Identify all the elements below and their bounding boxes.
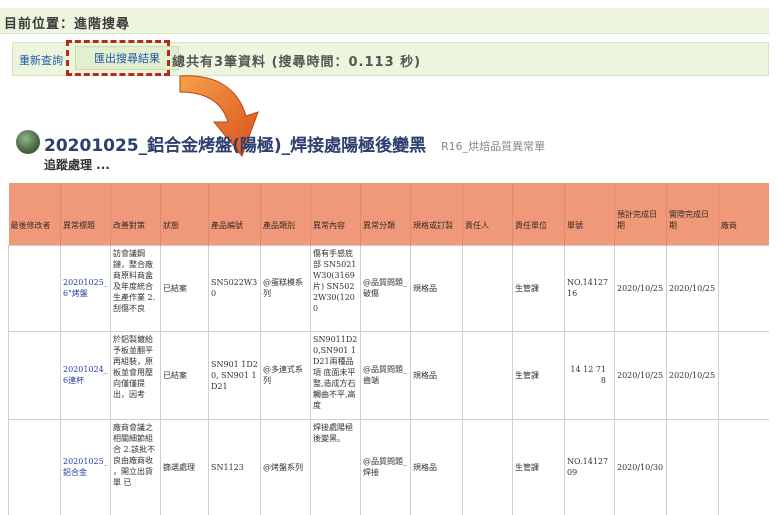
col-header[interactable]: 狀態 [160,183,209,245]
cell-title[interactable]: 20201025_鋁合金 [60,418,111,515]
cell-content: 傷有手感底部 SN5021W30(3169片) SN5022W30(1200 [310,244,361,332]
cell-spec: 規格品 [410,244,463,332]
cell-unit: 生管課 [512,244,565,332]
cell-actual-date [666,418,719,515]
table-row: 20201024_6連杯 於鋁製鍍給予板並翻平再組裝，原板並會用壓向僅僅提出，因… [8,330,769,420]
avatar [16,130,40,154]
cell-unit: 生管課 [512,418,565,515]
col-header[interactable]: 產品類別 [260,183,311,245]
result-summary: 總共有3筆資料 (搜尋時間：0.113 秒) [172,55,422,70]
breadcrumb: 目前位置：進階搜尋 [0,8,769,34]
col-header[interactable]: 單號 [564,183,615,245]
col-header[interactable]: 產品編號 [208,183,261,245]
case-link[interactable]: 20201025_鋁合金 [63,457,108,477]
cell-title[interactable]: 20201024_6連杯 [60,330,111,420]
table-row: 20201025_6"烤盤 訪會議鋼鏈，整合廠商原料商盒及年度統合生產作業 2.… [8,244,769,332]
cell-last-editor [8,244,61,332]
cell-anomaly-cat: @品質問題_焊接 [360,418,411,515]
cell-product-cat: @烤盤系列 [260,418,311,515]
cell-measure: 於鋁製鍍給予板並翻平再組裝，原板並會用壓向僅僅提出，因考 [110,330,161,420]
cell-vendor [718,244,769,332]
cell-owner [462,244,513,332]
cell-number: 14 12 71 8 [564,330,615,420]
case-status: 追蹤處理 ... [44,158,110,172]
cell-product-cat: @蛋糕模系列 [260,244,311,332]
col-header[interactable]: 廠商 [718,183,769,245]
cell-planned-date: 2020/10/25 [614,244,667,332]
cell-unit: 生管課 [512,330,565,420]
table-row: 20201025_鋁合金 廠商會議之相關細節組合 2.該批不良由廠商收 ，開立出… [8,418,769,515]
export-results-button[interactable]: 匯出搜尋結果 [75,46,179,70]
col-header[interactable]: 異常內容 [310,183,361,245]
col-header[interactable]: 最後修改者 [8,183,61,245]
col-header[interactable]: 改善對策 [110,183,161,245]
col-header[interactable]: 異常標題 [60,183,111,245]
results-table: 最後修改者 異常標題 改善對策 狀態 產品編號 產品類別 異常內容 異常分類 規… [8,183,769,515]
case-title[interactable]: 20201025_鋁合金烤盤(陽極)_焊接處陽極後變黑 [44,131,426,156]
cell-title[interactable]: 20201025_6"烤盤 [60,244,111,332]
col-header[interactable]: 責任人 [462,183,513,245]
cell-product-cat: @多連式系列 [260,330,311,420]
case-link[interactable]: 20201025_6"烤盤 [63,278,108,298]
cell-vendor [718,418,769,515]
col-header[interactable]: 責任單位 [512,183,565,245]
cell-actual-date: 2020/10/25 [666,244,719,332]
cell-spec: 規格品 [410,330,463,420]
col-header[interactable]: 實際完成日期 [666,183,719,245]
cell-content: SN9011D20,SN901 1D21兩種品項 底面未平整,造成方石觸曲不平,… [310,330,361,420]
reset-query-button[interactable]: 重新查詢 [19,52,63,68]
cell-measure: 訪會議鋼鏈，整合廠商原料商盒及年度統合生產作業 2.刮傷不良 [110,244,161,332]
case-link[interactable]: 20201024_6連杯 [63,365,108,385]
cell-anomaly-cat: @品質問題_齒端 [360,330,411,420]
cell-product-no: SN901 1D20, SN901 1D21 [208,330,261,420]
table-header-row: 最後修改者 異常標題 改善對策 狀態 產品編號 產品類別 異常內容 異常分類 規… [8,183,769,245]
cell-status: 篩選處理 [160,418,209,515]
cell-status: 已結案 [160,330,209,420]
cell-spec: 規格品 [410,418,463,515]
cell-owner [462,330,513,420]
cell-product-no: SN5022W30 [208,244,261,332]
col-header[interactable]: 異常分類 [360,183,411,245]
cell-planned-date: 2020/10/30 [614,418,667,515]
cell-number: NO.1412716 [564,244,615,332]
cell-number: NO.1412709 [564,418,615,515]
cell-measure: 廠商會議之相關細節組合 2.該批不良由廠商收 ，開立出貨單 已 [110,418,161,515]
case-category: R16_烘焙品質異常單 [441,140,546,153]
cell-vendor [718,330,769,420]
cell-actual-date: 2020/10/25 [666,330,719,420]
cell-anomaly-cat: @品質問題_破傷 [360,244,411,332]
col-header[interactable]: 預計完成日期 [614,183,667,245]
cell-planned-date: 2020/10/25 [614,330,667,420]
cell-product-no: SN1123 [208,418,261,515]
cell-content: 焊接處陽極後變黑。 [310,418,361,515]
cell-status: 已結案 [160,244,209,332]
cell-last-editor [8,330,61,420]
cell-last-editor [8,418,61,515]
cell-owner [462,418,513,515]
col-header[interactable]: 規格或訂製 [410,183,463,245]
